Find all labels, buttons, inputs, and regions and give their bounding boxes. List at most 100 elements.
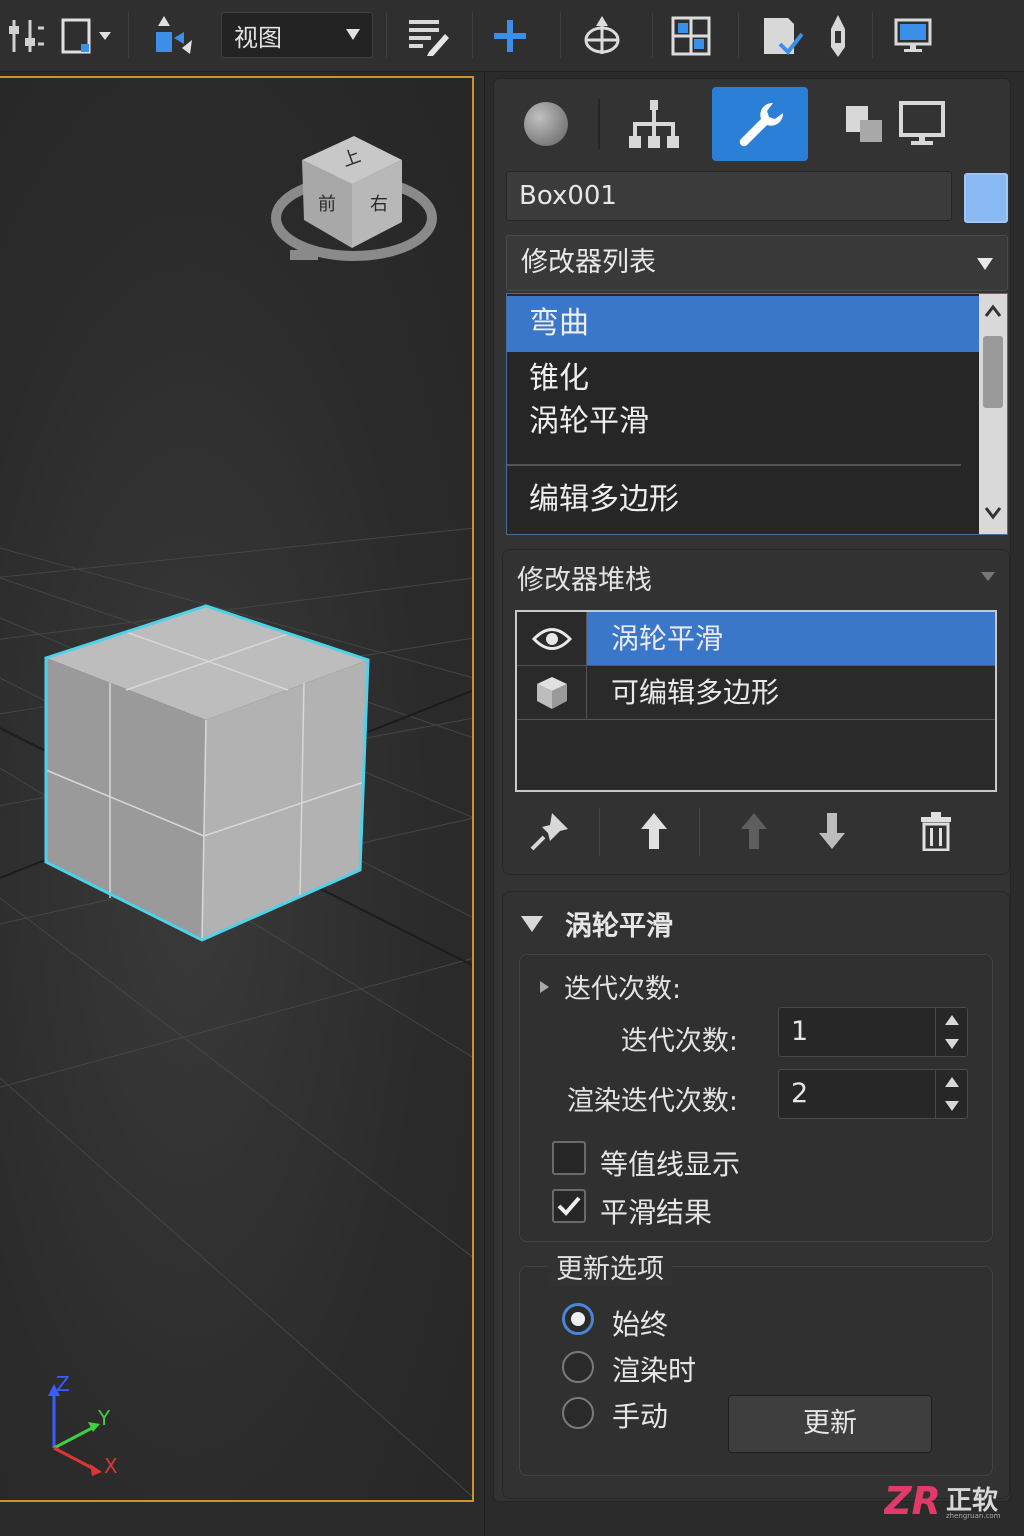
cube-icon bbox=[517, 666, 587, 719]
monitor-icon bbox=[899, 101, 945, 145]
move-gizmo-icon[interactable] bbox=[578, 10, 626, 62]
scale-icon[interactable] bbox=[148, 10, 198, 62]
command-panel-tabs bbox=[494, 79, 1012, 169]
perspective-viewport[interactable]: 上 前 右 Z Y X bbox=[0, 76, 474, 1502]
watermark-url: zhengruan.com bbox=[946, 1512, 1001, 1520]
hierarchy-tab[interactable] bbox=[606, 87, 702, 161]
command-panel: Box001 修改器列表 弯曲 锥化 涡轮平滑 编辑多边形 修改器堆栈 涡轮平滑… bbox=[484, 72, 1024, 1536]
stack-item-turbosmooth[interactable]: 涡轮平滑 bbox=[517, 612, 995, 666]
iterations-section-title: 迭代次数: bbox=[564, 974, 682, 1005]
radio-always-label: 始终 bbox=[612, 1308, 669, 1341]
turbosmooth-rollout: 涡轮平滑 迭代次数: 迭代次数: 1 渲染迭代次数: 2 等值线显示 平滑结果 … bbox=[502, 891, 1010, 1499]
viewcube-right-label[interactable]: 右 bbox=[370, 190, 388, 216]
toolbar-separator bbox=[386, 12, 387, 58]
eye-icon[interactable] bbox=[517, 612, 587, 665]
display-monitor-icon[interactable] bbox=[890, 10, 936, 62]
modify-tab[interactable] bbox=[712, 87, 808, 161]
iterations-section: 迭代次数: 迭代次数: 1 渲染迭代次数: 2 等值线显示 平滑结果 bbox=[519, 954, 993, 1242]
stack-item-editable-poly[interactable]: 可编辑多边形 bbox=[517, 666, 995, 720]
toolbar-separator bbox=[599, 808, 600, 856]
modifier-stack-group: 修改器堆栈 涡轮平滑 可编辑多边形 bbox=[502, 549, 1010, 875]
viewcube-front-label[interactable]: 前 bbox=[318, 190, 336, 216]
pin-stack-icon[interactable] bbox=[525, 806, 575, 856]
create-plus-icon[interactable] bbox=[488, 10, 532, 62]
select-region-icon[interactable] bbox=[58, 10, 116, 62]
schematic-icon[interactable] bbox=[668, 10, 714, 62]
scroll-up-icon[interactable] bbox=[984, 304, 1002, 318]
dropdown-scrollbar[interactable] bbox=[979, 294, 1007, 534]
tab-separator bbox=[598, 99, 600, 149]
isoline-checkbox[interactable] bbox=[552, 1141, 586, 1175]
turbosmooth-title[interactable]: 涡轮平滑 bbox=[565, 904, 673, 943]
move-up-disabled-icon bbox=[729, 806, 779, 856]
toolbar-separator bbox=[652, 12, 653, 58]
radio-manually-label: 手动 bbox=[612, 1400, 669, 1433]
modifier-stack-list: 涡轮平滑 可编辑多边形 bbox=[515, 610, 997, 792]
sphere-icon bbox=[524, 102, 568, 146]
update-options-title: 更新选项 bbox=[548, 1247, 672, 1286]
spin-down-icon[interactable] bbox=[945, 1039, 959, 1049]
iterations-label: 迭代次数: bbox=[620, 1026, 738, 1057]
collapse-caret-icon[interactable] bbox=[981, 572, 995, 581]
spinner-buttons[interactable] bbox=[935, 1070, 967, 1118]
update-options-group: 更新选项 始终 渲染时 手动 更新 bbox=[519, 1247, 993, 1476]
layer-edit-icon[interactable] bbox=[404, 10, 450, 62]
command-panel-body: Box001 修改器列表 弯曲 锥化 涡轮平滑 编辑多边形 修改器堆栈 涡轮平滑… bbox=[493, 78, 1011, 1502]
modifier-option-edit-poly[interactable]: 编辑多边形 bbox=[507, 472, 979, 528]
render-iterations-value[interactable]: 2 bbox=[791, 1070, 808, 1118]
view-dropdown[interactable]: 视图 bbox=[221, 12, 373, 58]
watermark-logo: ZR 正软 zhengruan.com bbox=[883, 1478, 1014, 1526]
hierarchy-icon bbox=[629, 100, 679, 148]
create-tab[interactable] bbox=[498, 87, 594, 161]
scrollbar-thumb[interactable] bbox=[983, 336, 1003, 408]
radio-when-rendering[interactable] bbox=[562, 1351, 594, 1383]
zr-logo-icon: ZR bbox=[883, 1479, 941, 1523]
dropdown-divider bbox=[507, 464, 961, 466]
modifier-list-label: 修改器列表 bbox=[521, 247, 656, 278]
toolbar-separator bbox=[872, 12, 873, 58]
isoline-label: 等值线显示 bbox=[600, 1148, 741, 1181]
axis-y-label: Y bbox=[98, 1406, 111, 1430]
axis-tripod bbox=[48, 1384, 102, 1476]
scroll-down-icon[interactable] bbox=[984, 506, 1002, 520]
spin-up-icon[interactable] bbox=[945, 1077, 959, 1087]
box001-mesh[interactable] bbox=[44, 604, 370, 942]
object-name-input[interactable]: Box001 bbox=[506, 171, 952, 221]
spinner-buttons[interactable] bbox=[935, 1008, 967, 1056]
modifier-list-dropdown[interactable]: 修改器列表 bbox=[506, 235, 1008, 291]
display-tab[interactable] bbox=[874, 87, 970, 161]
align-icon[interactable] bbox=[4, 10, 48, 62]
render-iterations-spinner[interactable]: 2 bbox=[778, 1069, 968, 1119]
spin-up-icon[interactable] bbox=[945, 1015, 959, 1025]
toolbar-separator bbox=[472, 12, 473, 58]
chevron-down-icon bbox=[346, 29, 360, 40]
material-check-icon[interactable] bbox=[756, 10, 806, 62]
smooth-result-label: 平滑结果 bbox=[600, 1196, 713, 1229]
svg-text:ZR: ZR bbox=[884, 1479, 941, 1522]
delete-icon[interactable] bbox=[911, 806, 961, 856]
expand-arrow-icon[interactable] bbox=[540, 981, 549, 993]
radio-always[interactable] bbox=[562, 1303, 594, 1335]
spin-down-icon[interactable] bbox=[945, 1101, 959, 1111]
toolbar-separator bbox=[560, 12, 561, 58]
move-down-icon[interactable] bbox=[807, 806, 857, 856]
axis-z-label: Z bbox=[56, 1372, 70, 1396]
iterations-value[interactable]: 1 bbox=[791, 1008, 808, 1056]
iterations-spinner[interactable]: 1 bbox=[778, 1007, 968, 1057]
viewport-scene bbox=[0, 136, 472, 1497]
radio-manually[interactable] bbox=[562, 1397, 594, 1429]
rollout-collapse-icon[interactable] bbox=[521, 916, 543, 932]
stack-item-label: 可编辑多边形 bbox=[611, 676, 780, 709]
object-color-swatch[interactable] bbox=[964, 173, 1008, 223]
view-dropdown-label: 视图 bbox=[234, 23, 282, 52]
modifier-option-turbosmooth[interactable]: 涡轮平滑 bbox=[507, 398, 979, 448]
update-button[interactable]: 更新 bbox=[728, 1395, 932, 1453]
modifier-option-taper[interactable]: 锥化 bbox=[507, 352, 979, 398]
wrench-icon bbox=[739, 102, 784, 147]
smooth-result-checkbox[interactable] bbox=[552, 1189, 586, 1223]
move-up-icon[interactable] bbox=[629, 806, 679, 856]
modifier-option-bend[interactable]: 弯曲 bbox=[507, 296, 979, 352]
modifier-stack-title: 修改器堆栈 bbox=[517, 565, 652, 596]
render-pen-icon[interactable] bbox=[818, 10, 858, 62]
toolbar-separator bbox=[699, 808, 700, 856]
